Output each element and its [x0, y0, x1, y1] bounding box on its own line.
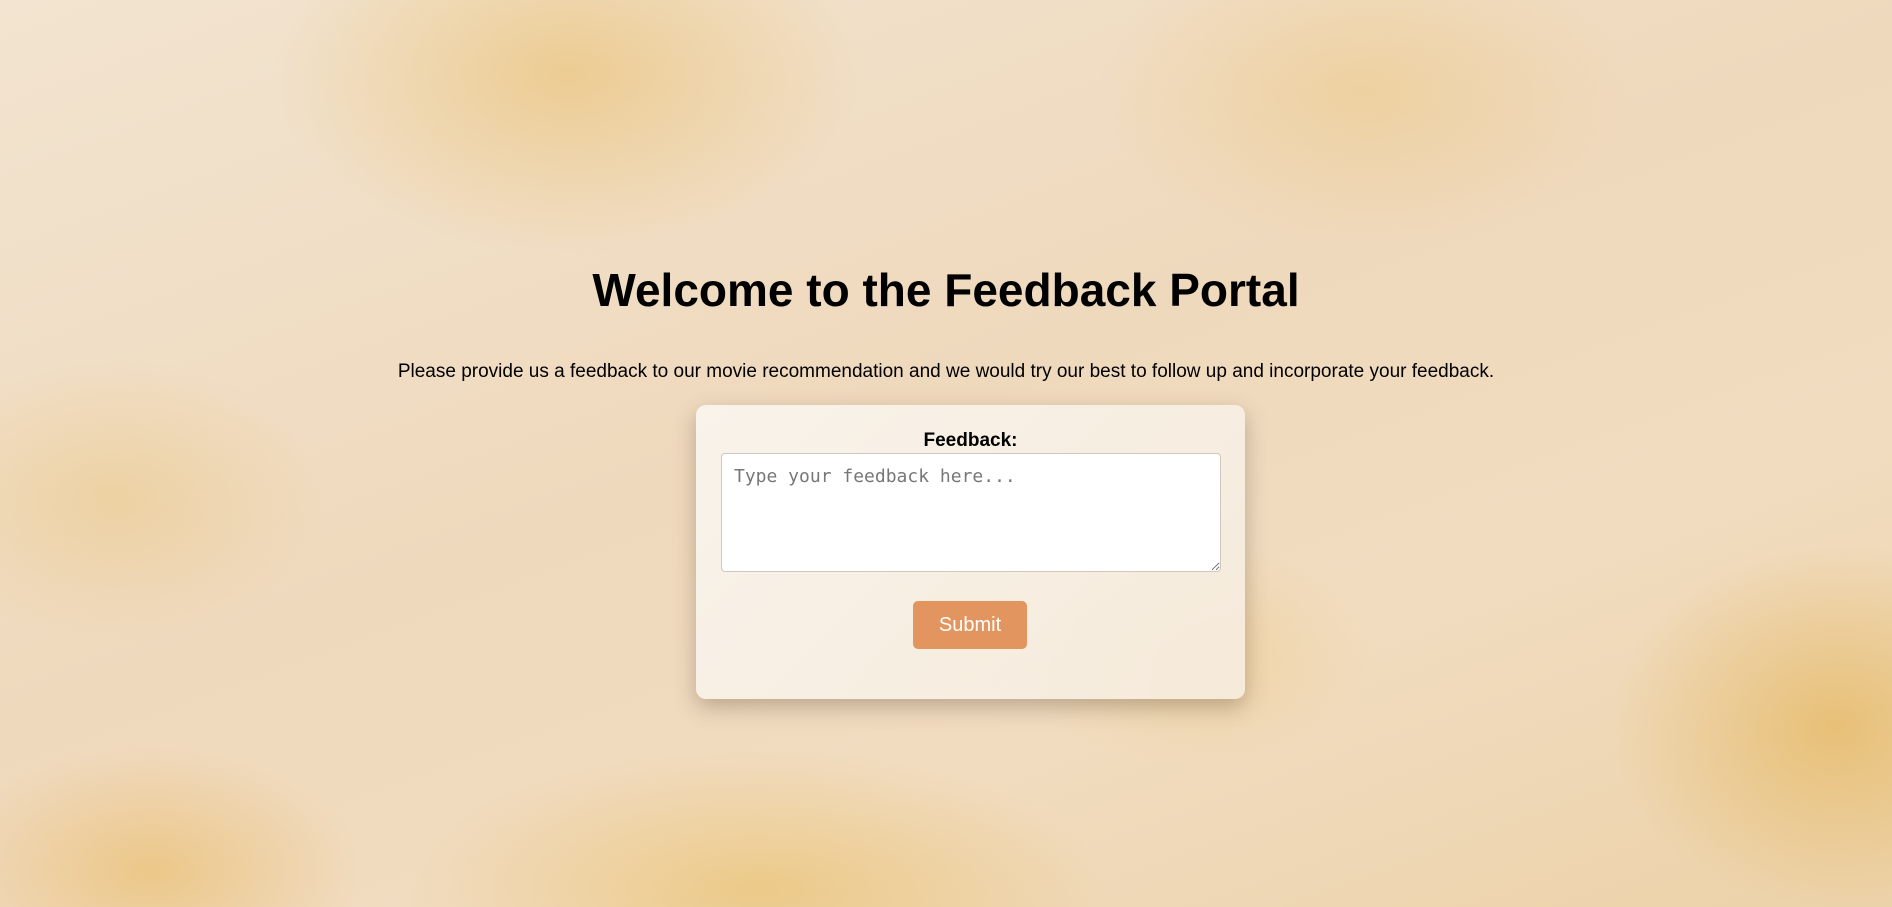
- page-title: Welcome to the Feedback Portal: [592, 264, 1300, 316]
- submit-button[interactable]: Submit: [913, 601, 1027, 649]
- feedback-label: Feedback:: [923, 430, 1018, 451]
- feedback-form: Feedback: Submit: [696, 405, 1245, 699]
- page-description: Please provide us a feedback to our movi…: [397, 361, 1495, 382]
- page: Welcome to the Feedback Portal Please pr…: [0, 0, 1892, 907]
- feedback-textarea[interactable]: [721, 453, 1221, 572]
